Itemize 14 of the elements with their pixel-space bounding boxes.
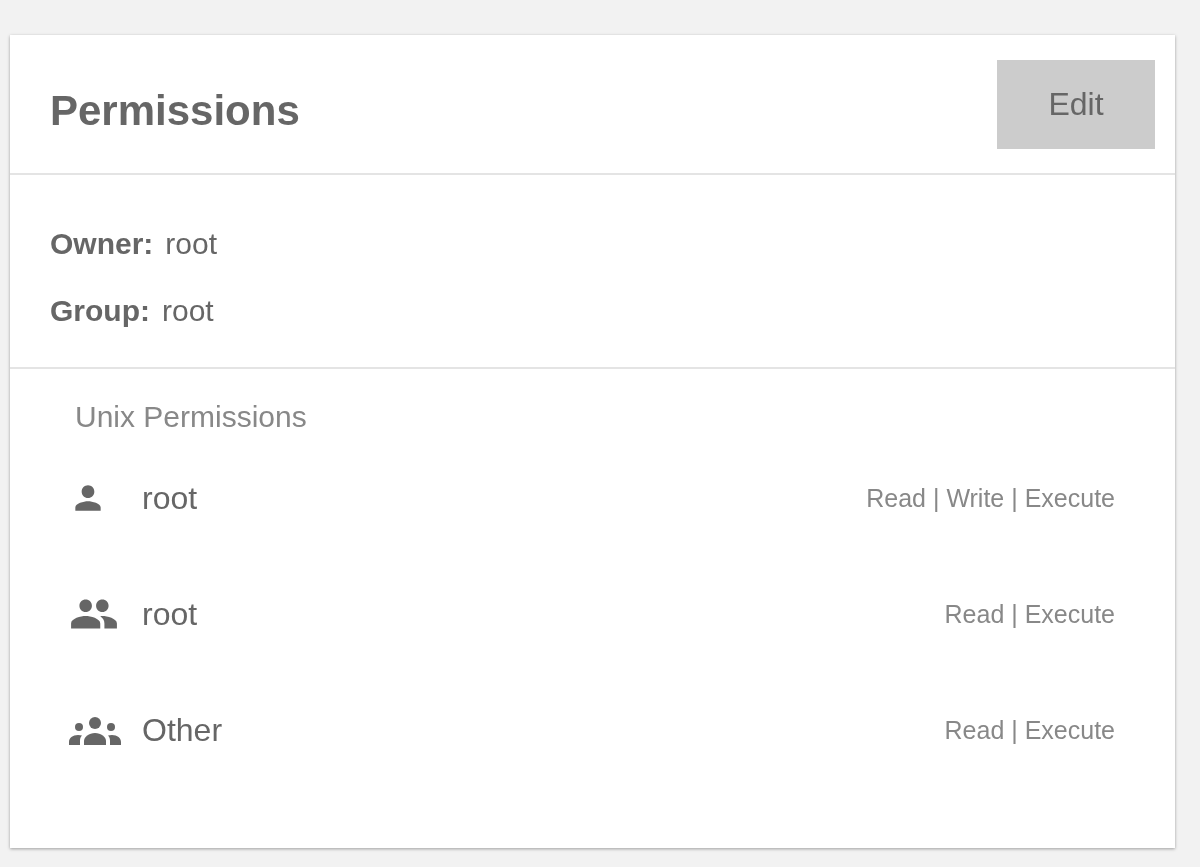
permission-list: Read | Execute xyxy=(944,715,1115,745)
entity-name: root xyxy=(142,595,199,633)
field-label: Group: xyxy=(50,293,150,329)
three-people-icon xyxy=(69,715,121,745)
field-value: root xyxy=(165,226,218,262)
permission-list: Read | Execute xyxy=(944,599,1115,629)
permission-list: Read | Write | Execute xyxy=(866,483,1115,513)
entity-name: root xyxy=(142,479,199,517)
edit-button[interactable]: Edit xyxy=(997,60,1155,149)
field-value: root xyxy=(162,293,214,329)
entity-name: Other xyxy=(142,711,224,749)
field-label: Owner: xyxy=(50,226,154,262)
card-title: Permissions xyxy=(50,86,300,132)
section-heading: Unix Permissions xyxy=(74,399,308,435)
